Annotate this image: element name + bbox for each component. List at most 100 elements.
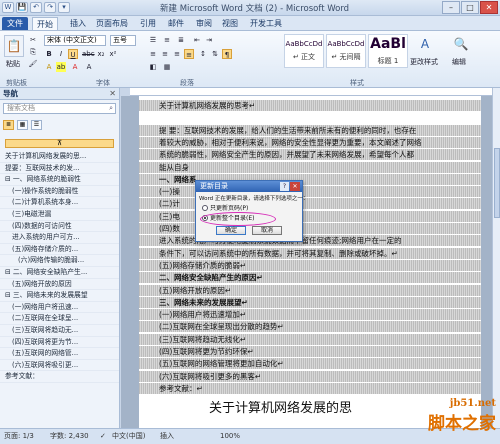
show-marks-icon[interactable]: ¶: [222, 49, 232, 59]
document-line[interactable]: 条件下，可以访问系统中的所有数据，并可将其复制、删除或破坏掉。↵: [139, 247, 481, 259]
document-line[interactable]: (二)互联网在全球呈现出分散的趋势↵: [139, 321, 481, 333]
char-shading-icon[interactable]: A: [84, 62, 94, 72]
document-line[interactable]: (五)网络存储介质的脆弱↵: [139, 259, 481, 271]
scrollbar-thumb[interactable]: [494, 148, 500, 218]
document-line[interactable]: (五)网络开放的原因↵: [139, 284, 481, 296]
justify-icon[interactable]: ≡: [184, 49, 194, 59]
radio-entire-table-icon[interactable]: [202, 215, 208, 221]
tab-view[interactable]: 视图: [222, 17, 238, 30]
decrease-indent-icon[interactable]: ⇤: [192, 35, 202, 45]
line-spacing-icon[interactable]: ↕: [198, 49, 208, 59]
document-line[interactable]: 三、网络未来的发展展望↵: [139, 296, 481, 308]
document-line[interactable]: (三)互联网将趋动无线化↵: [139, 333, 481, 345]
radio-page-numbers-icon[interactable]: [202, 205, 208, 211]
find-binoculars-icon[interactable]: 🔍: [450, 37, 472, 53]
align-left-icon[interactable]: ≡: [148, 49, 158, 59]
nav-heading-item[interactable]: 参考文献：: [0, 371, 119, 383]
tab-insert[interactable]: 插入: [70, 17, 86, 30]
word-app-icon[interactable]: W: [2, 2, 14, 13]
close-button[interactable]: ✕: [480, 1, 498, 14]
bullets-icon[interactable]: ☰: [148, 35, 158, 45]
nav-heading-item[interactable]: (六)网络传输的脆弱...: [0, 255, 119, 267]
status-words[interactable]: 字数: 2,430: [50, 429, 89, 444]
underline-icon[interactable]: U: [68, 49, 78, 59]
vertical-scrollbar[interactable]: [492, 88, 500, 428]
text-effects-icon[interactable]: A: [44, 62, 54, 72]
close-icon[interactable]: ✕: [109, 88, 116, 100]
document-line[interactable]: [139, 112, 481, 123]
status-page[interactable]: 页面: 1/3: [4, 429, 34, 444]
status-insert-mode[interactable]: 插入: [160, 429, 174, 444]
subscript-icon[interactable]: x₂: [96, 49, 106, 59]
cancel-button[interactable]: 取消: [252, 226, 282, 235]
tab-review[interactable]: 审阅: [196, 17, 212, 30]
dialog-close-icon[interactable]: ✕: [290, 182, 300, 191]
font-color-icon[interactable]: A: [70, 62, 80, 72]
document-line[interactable]: (三)电: [139, 210, 481, 222]
option-update-entire-table[interactable]: 更新整个目录(E): [196, 214, 302, 224]
document-line[interactable]: 提 要：互联网技术的发展，给人们的生活带来前所未有的便利的同时，也存在: [139, 124, 481, 136]
increase-indent-icon[interactable]: ⇥: [204, 35, 214, 45]
tab-developer[interactable]: 开发工具: [250, 17, 282, 30]
change-styles-button[interactable]: 更改样式: [410, 57, 438, 67]
document-line[interactable]: 着较大的威胁，相对于便利来说，网络的安全性显得更为重要，本文阐述了网络: [139, 136, 481, 148]
paste-button-label[interactable]: 粘贴: [6, 59, 20, 69]
document-line[interactable]: (四)互联网将更为节约环保↵: [139, 346, 481, 357]
document-line[interactable]: 进入系统的用户可方便地复制系统数据而不留任何痕迹;网络用户在一定的: [139, 235, 481, 247]
status-zoom[interactable]: 100%: [220, 429, 240, 444]
search-icon[interactable]: ⌕: [109, 104, 113, 113]
document-line[interactable]: (一)操: [139, 186, 481, 198]
tab-references[interactable]: 引用: [140, 17, 156, 30]
tab-page-layout[interactable]: 页面布局: [96, 17, 128, 30]
nav-heading-item[interactable]: 进入系统的用户可方...: [0, 232, 119, 244]
document-line[interactable]: 关于计算机网络发展的思考↵: [139, 100, 481, 111]
nav-heading-item[interactable]: (五)互联网的网络管...: [0, 348, 119, 360]
undo-icon[interactable]: ↶: [30, 2, 42, 13]
document-line[interactable]: 能从自身: [139, 161, 481, 173]
nav-heading-item[interactable]: ⊟ 三、网络未来的发展展望: [0, 290, 119, 302]
strikethrough-icon[interactable]: abc: [82, 49, 95, 59]
nav-heading-item[interactable]: (三)互联网将趋动无...: [0, 325, 119, 337]
change-styles-icon[interactable]: A: [414, 37, 436, 53]
tab-file[interactable]: 文件: [2, 17, 28, 30]
style-normal[interactable]: AaBbCcDd ↵ 正文: [284, 34, 324, 68]
horizontal-ruler[interactable]: [130, 88, 492, 96]
shading-icon[interactable]: ◧: [148, 62, 158, 72]
document-line[interactable]: (五)互联网的网络管理将更加自动化↵: [139, 358, 481, 370]
style-heading-1[interactable]: AaBl 标题 1: [368, 34, 408, 68]
align-center-icon[interactable]: ≡: [160, 49, 170, 59]
document-line[interactable]: 一、网络系: [139, 173, 481, 185]
nav-heading-item[interactable]: (二)计算机系统本身...: [0, 197, 119, 209]
nav-heading-item[interactable]: 关于计算机网络发展的思...: [0, 151, 119, 163]
document-page[interactable]: 关于计算机网络发展的思考↵ 提 要：互联网技术的发展，给人们的生活带来前所未有的便…: [139, 96, 481, 428]
results-view-icon[interactable]: ☰: [31, 120, 42, 130]
option-update-page-numbers[interactable]: 只更新页码(P): [196, 204, 302, 214]
minimize-button[interactable]: –: [442, 1, 460, 14]
help-icon[interactable]: ?: [280, 182, 289, 191]
ok-button[interactable]: 确定: [216, 226, 246, 235]
paste-icon[interactable]: 📋: [4, 35, 24, 57]
font-name-select[interactable]: 宋体 (中文正文): [44, 35, 106, 46]
headings-view-icon[interactable]: ≣: [3, 120, 14, 130]
format-painter-icon[interactable]: 🖌: [28, 59, 38, 69]
copy-icon[interactable]: ⎘: [28, 47, 38, 57]
numbering-icon[interactable]: ≡: [162, 35, 172, 45]
italic-icon[interactable]: I: [56, 49, 66, 59]
redo-icon[interactable]: ↷: [44, 2, 56, 13]
save-icon[interactable]: 💾: [16, 2, 28, 13]
nav-heading-item[interactable]: (三)电磁泄漏: [0, 209, 119, 221]
maximize-button[interactable]: □: [461, 1, 479, 14]
customize-qat-icon[interactable]: ▾: [58, 2, 70, 13]
editing-button[interactable]: 编辑: [452, 57, 466, 67]
nav-heading-item[interactable]: (五)网络存储介质的...: [0, 244, 119, 256]
nav-heading-item[interactable]: (一)网络用户将迅速...: [0, 302, 119, 314]
nav-heading-item[interactable]: (二)互联网在全球呈...: [0, 313, 119, 325]
nav-heading-item[interactable]: (六)互联网将吸引更...: [0, 360, 119, 372]
style-no-spacing[interactable]: AaBbCcDd ↵ 无间隔: [326, 34, 366, 68]
nav-heading-item[interactable]: (五)网络开放的原因: [0, 279, 119, 291]
borders-icon[interactable]: ▦: [162, 62, 172, 72]
collapse-all-button[interactable]: ⊼: [5, 139, 114, 148]
document-area[interactable]: 关于计算机网络发展的思考↵ 提 要：互联网技术的发展，给人们的生活带来前所未有的便…: [121, 96, 493, 428]
nav-heading-item[interactable]: ⊟ 二、网络安全缺陷产生...: [0, 267, 119, 279]
document-line[interactable]: (六)互联网将吸引更多的黑客↵: [139, 370, 481, 382]
